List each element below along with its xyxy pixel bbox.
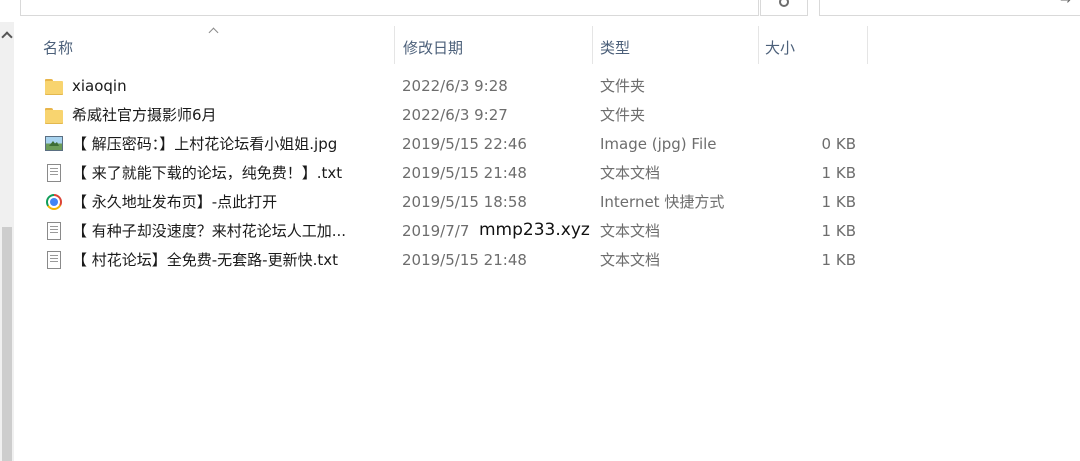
file-type: 文本文档 (600, 222, 661, 240)
file-type: 文本文档 (600, 164, 661, 182)
file-date: 2019/5/15 21:48 (402, 164, 527, 182)
file-name-cell: 希威社官方摄影师6月 (43, 101, 388, 130)
file-date: 2019/5/15 21:48 (402, 251, 527, 269)
address-bar[interactable] (20, 0, 759, 16)
column-type-label: 类型 (600, 39, 631, 57)
column-header: 名称 修改日期 类型 大小 (28, 26, 868, 64)
file-name-cell: 【 来了就能下载的论坛，纯免费！】.txt (43, 159, 388, 188)
column-header-name[interactable]: 名称 (28, 26, 395, 64)
file-list: xiaoqin 2022/6/3 9:28 文件夹 希威社官方摄影师6月 202… (28, 72, 868, 275)
file-name: 【 解压密码：】上村花论坛看小姐姐.jpg (72, 135, 338, 153)
column-size-label: 大小 (765, 39, 796, 57)
scroll-up-icon[interactable] (1, 30, 13, 42)
text-file-icon (45, 164, 63, 182)
image-file-icon (45, 135, 63, 153)
file-size: 1 KB (821, 193, 856, 211)
column-header-size[interactable]: 大小 (750, 26, 868, 64)
file-size: 0 KB (821, 135, 856, 153)
file-date: 2022/6/3 9:27 (402, 106, 508, 124)
file-type: 文件夹 (600, 77, 646, 95)
file-date: 2022/6/3 9:28 (402, 77, 508, 95)
file-size (768, 72, 856, 101)
file-size: 1 KB (821, 222, 856, 240)
top-toolbar: → (0, 0, 1080, 18)
file-row[interactable]: 希威社官方摄影师6月 2022/6/3 9:27 文件夹 (28, 101, 868, 130)
refresh-button[interactable] (760, 0, 808, 16)
file-row[interactable]: 【 有种子却没速度？来村花论坛人工加... 2019/7/7 文本文档 1 KB (28, 217, 868, 246)
file-name: 【 村花论坛】全免费-无套路-更新快.txt (72, 251, 339, 269)
search-input[interactable]: → (819, 0, 1080, 16)
file-type: 文本文档 (600, 251, 661, 269)
file-name: 【 有种子却没速度？来村花论坛人工加... (72, 222, 347, 240)
text-file-icon (45, 222, 63, 240)
file-row[interactable]: 【 永久地址发布页】-点此打开 2019/5/15 18:58 Internet… (28, 188, 868, 217)
column-header-type[interactable]: 类型 (585, 26, 759, 64)
file-size: 1 KB (821, 164, 856, 182)
internet-shortcut-icon (45, 193, 63, 211)
sort-ascending-icon (208, 26, 220, 36)
file-row[interactable]: 【 解压密码：】上村花论坛看小姐姐.jpg 2019/5/15 22:46 Im… (28, 130, 868, 159)
column-divider[interactable] (867, 26, 868, 64)
folder-icon (45, 77, 63, 95)
file-date: 2019/5/15 18:58 (402, 193, 527, 211)
file-name-cell: xiaoqin (43, 72, 388, 101)
column-header-date[interactable]: 修改日期 (388, 26, 593, 64)
file-row[interactable]: 【 村花论坛】全免费-无套路-更新快.txt 2019/5/15 21:48 文… (28, 246, 868, 275)
file-date: 2019/5/15 22:46 (402, 135, 527, 153)
column-name-label: 名称 (43, 39, 74, 57)
file-type: Internet 快捷方式 (600, 193, 725, 211)
file-name-cell: 【 解压密码：】上村花论坛看小姐姐.jpg (43, 130, 388, 159)
search-arrow-icon: → (1060, 0, 1071, 8)
file-name-cell: 【 永久地址发布页】-点此打开 (43, 188, 388, 217)
file-name-cell: 【 村花论坛】全免费-无套路-更新快.txt (43, 246, 388, 275)
file-size: 1 KB (821, 251, 856, 269)
text-file-icon (45, 251, 63, 269)
file-name-cell: 【 有种子却没速度？来村花论坛人工加... (43, 217, 388, 246)
file-row[interactable]: xiaoqin 2022/6/3 9:28 文件夹 (28, 72, 868, 101)
file-name: xiaoqin (72, 77, 127, 95)
file-type: 文件夹 (600, 106, 646, 124)
navigation-pane-scrollbar[interactable] (0, 22, 14, 461)
column-date-label: 修改日期 (403, 39, 464, 57)
file-name: 【 永久地址发布页】-点此打开 (72, 193, 278, 211)
scrollbar-thumb[interactable] (2, 227, 12, 461)
file-type: Image (jpg) File (600, 135, 717, 153)
file-name: 【 来了就能下载的论坛，纯免费！】.txt (72, 164, 343, 182)
file-size (768, 101, 856, 130)
folder-icon (45, 106, 63, 124)
refresh-icon (779, 0, 789, 7)
watermark-text: mmp233.xyz (479, 220, 590, 240)
file-name: 希威社官方摄影师6月 (72, 106, 217, 124)
file-row[interactable]: 【 来了就能下载的论坛，纯免费！】.txt 2019/5/15 21:48 文本… (28, 159, 868, 188)
